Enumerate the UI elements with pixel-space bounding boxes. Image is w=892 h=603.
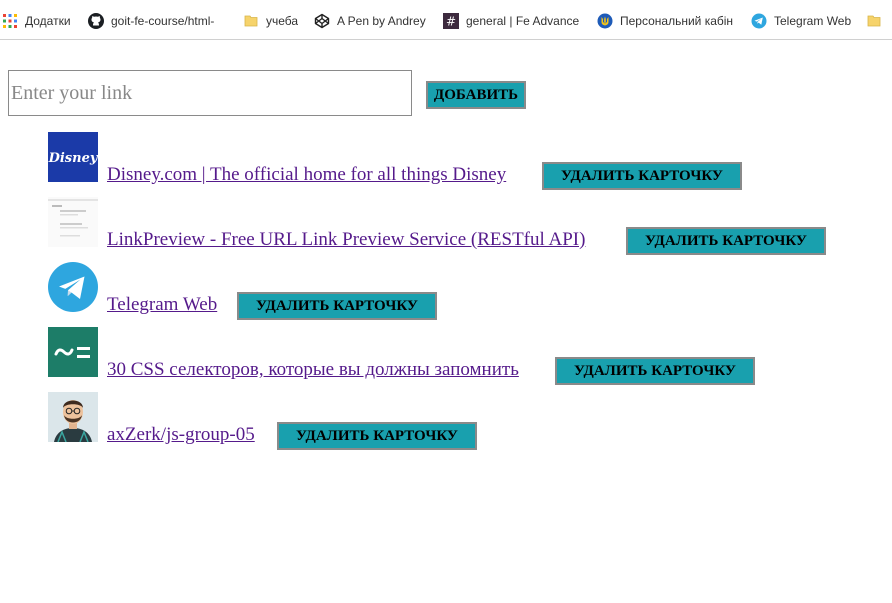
svg-text:#: # xyxy=(446,15,456,29)
bookmark-label: general | Fe Advance xyxy=(466,14,579,28)
card-thumbnail xyxy=(48,197,98,247)
bookmark-label: учеба xyxy=(266,14,299,28)
bookmarks-bar: Додатки goit-fe-course/html- учеба A Pen… xyxy=(0,0,892,40)
svg-text:Disney: Disney xyxy=(48,151,98,166)
delete-card-button[interactable]: УДАЛИТЬ КАРТОЧКУ xyxy=(237,292,437,320)
disney-logo: Disney xyxy=(48,132,98,182)
tutsplus-logo xyxy=(48,327,98,377)
bookmark-label: goit-fe-course/html- xyxy=(111,14,215,28)
github-icon xyxy=(88,13,104,29)
bookmark-telegram[interactable]: Telegram Web xyxy=(751,12,855,30)
add-button[interactable]: ДОБАВИТЬ xyxy=(426,81,526,109)
delete-card-button[interactable]: УДАЛИТЬ КАРТОЧКУ xyxy=(626,227,826,255)
codepen-icon xyxy=(314,13,330,29)
delete-card-button[interactable]: УДАЛИТЬ КАРТОЧКУ xyxy=(542,162,742,190)
folder-icon xyxy=(243,13,259,29)
card-link[interactable]: Telegram Web xyxy=(107,294,217,316)
bookmark-apps[interactable]: Додатки xyxy=(2,12,74,30)
bookmark-github[interactable]: goit-fe-course/html- xyxy=(88,12,226,30)
page-screenshot-image xyxy=(48,197,98,247)
bookmark-label: Додатки xyxy=(25,14,71,28)
card-thumbnail: Disney xyxy=(48,132,98,182)
bookmark-slack[interactable]: # general | Fe Advance xyxy=(443,12,579,30)
telegram-logo xyxy=(48,262,98,312)
card-link[interactable]: 30 CSS селекторов, которые вы должны зап… xyxy=(107,359,519,381)
telegram-icon xyxy=(751,13,767,29)
bookmark-label: Персональний кабін xyxy=(620,14,734,28)
card-thumbnail xyxy=(48,327,98,377)
link-input[interactable] xyxy=(8,70,412,116)
card-thumbnail xyxy=(48,392,98,442)
folder-icon xyxy=(866,13,882,29)
bookmark-label: A Pen by Andrey xyxy=(337,14,426,28)
card-thumbnail xyxy=(48,262,98,312)
slack-hash-icon: # xyxy=(443,13,459,29)
card-link[interactable]: axZerk/js-group-05 xyxy=(107,424,255,446)
github-avatar xyxy=(48,392,98,442)
trident-icon xyxy=(597,13,613,29)
bookmark-folder-ucheba[interactable]: учеба xyxy=(243,12,303,30)
delete-card-button[interactable]: УДАЛИТЬ КАРТОЧКУ xyxy=(555,357,755,385)
delete-card-button[interactable]: УДАЛИТЬ КАРТОЧКУ xyxy=(277,422,477,450)
card-link[interactable]: LinkPreview - Free URL Link Preview Serv… xyxy=(107,229,585,251)
bookmark-label: Telegram Web xyxy=(774,14,852,28)
apps-grid-icon xyxy=(2,13,18,29)
bookmark-folder[interactable] xyxy=(866,12,888,30)
bookmark-cabinet[interactable]: Персональний кабін xyxy=(597,12,737,30)
card-link[interactable]: Disney.com | The official home for all t… xyxy=(107,164,506,186)
bookmark-codepen[interactable]: A Pen by Andrey xyxy=(314,12,432,30)
